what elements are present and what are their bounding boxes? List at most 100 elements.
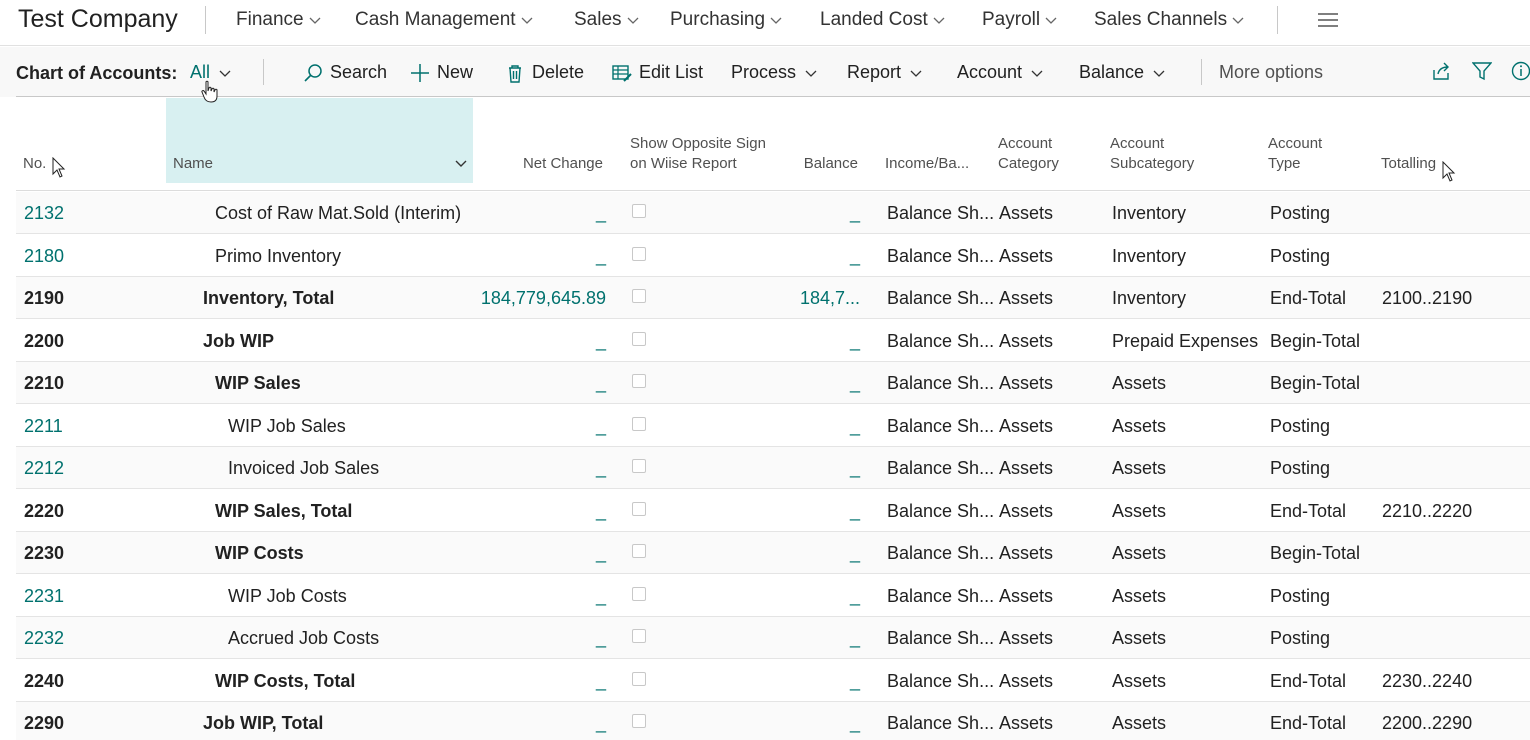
account-no[interactable]: 2211 [24,416,63,436]
edit-list-button[interactable]: Edit List [612,62,703,83]
account-no[interactable]: 2231 [24,586,64,606]
col-header-income-balance[interactable]: Income/Ba... [885,154,969,174]
account-name[interactable]: Invoiced Job Sales [228,458,379,478]
col-header-net-change[interactable]: Net Change [496,154,603,174]
nav-sales-channels[interactable]: Sales Channels [1094,9,1245,31]
col-header-name[interactable]: Name [173,154,213,174]
share-icon[interactable] [1431,61,1451,81]
opposite-sign-checkbox[interactable] [632,586,646,601]
balance-value[interactable]: 184,7... [756,288,860,308]
account-name[interactable]: Job WIP [203,331,274,351]
net-change-value[interactable]: _ [446,543,606,563]
table-row[interactable]: 2200 Job WIP _ _ Balance Sh... Assets Prepaid … [16,320,1530,362]
col-header-category-line2[interactable]: Category [998,154,1059,174]
table-row[interactable]: 2220 WIP Sales, Total _ _ Balance Sh... Asset… [16,490,1530,532]
opposite-sign-checkbox[interactable] [632,416,646,431]
account-no[interactable]: 2290 [24,713,64,733]
net-change-value[interactable]: _ [446,586,606,606]
col-header-subcategory-line1[interactable]: Account [1110,134,1164,154]
account-name[interactable]: Primo Inventory [215,246,341,266]
opposite-sign-checkbox[interactable] [632,629,646,643]
col-header-opp-sign-line1[interactable]: Show Opposite Sign [630,134,766,154]
nav-landed-cost[interactable]: Landed Cost [820,9,946,31]
col-header-type-line1[interactable]: Account [1268,134,1322,154]
balance-value[interactable]: _ [756,203,860,223]
account-no[interactable]: 2190 [24,288,64,308]
table-row[interactable]: 2240 WIP Costs, Total _ _ Balance Sh... Asset… [16,660,1530,702]
balance-value[interactable]: _ [756,586,860,606]
table-row[interactable]: 2132 Cost of Raw Mat.Sold (Interim) _ _ Bala… [16,192,1530,234]
net-change-value[interactable]: _ [446,246,606,266]
balance-value[interactable]: _ [756,246,860,266]
nav-sales[interactable]: Sales [574,9,640,31]
table-row[interactable]: 2231 WIP Job Costs _ _ Balance Sh... Assets As… [16,575,1530,617]
nav-purchasing[interactable]: Purchasing [670,9,783,31]
table-row[interactable]: 2211 WIP Job Sales _ _ Balance Sh... Assets As… [16,405,1530,447]
net-change-value[interactable]: 184,779,645.89 [446,288,606,308]
account-no[interactable]: 2132 [24,203,64,223]
account-name[interactable]: WIP Costs, Total [215,671,355,691]
opposite-sign-checkbox[interactable] [632,459,646,473]
nav-cash-management[interactable]: Cash Management [355,9,534,31]
net-change-value[interactable]: _ [446,458,606,478]
table-row[interactable]: 2232 Accrued Job Costs _ _ Balance Sh... Asse… [16,617,1530,659]
col-header-type-line2[interactable]: Type [1268,154,1301,174]
nav-payroll[interactable]: Payroll [982,9,1058,31]
net-change-value[interactable]: _ [446,713,606,733]
net-change-value[interactable]: _ [446,671,606,691]
col-header-opp-sign-line2[interactable]: on Wiise Report [630,154,737,174]
opposite-sign-checkbox[interactable] [632,331,646,346]
opposite-sign-checkbox[interactable] [632,544,646,558]
balance-menu[interactable]: Balance [1079,62,1166,83]
col-header-subcategory-line2[interactable]: Subcategory [1110,154,1194,174]
balance-value[interactable]: _ [756,543,860,563]
account-no[interactable]: 2180 [24,246,64,266]
opposite-sign-checkbox[interactable] [632,671,646,686]
net-change-value[interactable]: _ [446,373,606,393]
report-menu[interactable]: Report [847,62,923,83]
account-no[interactable]: 2212 [24,458,64,478]
col-header-totalling[interactable]: Totalling [1381,154,1436,174]
net-change-value[interactable]: _ [446,331,606,351]
account-no[interactable]: 2232 [24,628,64,648]
opposite-sign-checkbox[interactable] [632,374,646,388]
more-options-button[interactable]: More options [1219,62,1323,83]
account-name[interactable]: WIP Job Costs [228,586,347,606]
account-no[interactable]: 2220 [24,501,64,521]
account-name[interactable]: Job WIP, Total [203,713,323,733]
col-header-balance[interactable]: Balance [786,154,858,174]
account-no[interactable]: 2240 [24,671,64,691]
info-icon[interactable] [1511,61,1530,81]
col-header-no[interactable]: No. [23,154,46,174]
net-change-value[interactable]: _ [446,416,606,436]
balance-value[interactable]: _ [756,331,860,351]
table-row[interactable]: 2290 Job WIP, Total _ _ Balance Sh... Assets A… [16,702,1530,740]
table-row[interactable]: 2210 WIP Sales _ _ Balance Sh... Assets Assets… [16,362,1530,404]
new-button[interactable]: New [410,62,473,83]
account-name[interactable]: WIP Costs [215,543,304,563]
balance-value[interactable]: _ [756,671,860,691]
account-name[interactable]: WIP Sales, Total [215,501,352,521]
search-button[interactable]: Search [303,62,387,83]
opposite-sign-checkbox[interactable] [632,501,646,516]
balance-value[interactable]: _ [756,416,860,436]
account-name[interactable]: Cost of Raw Mat.Sold (Interim) [215,203,461,223]
account-name[interactable]: Inventory, Total [203,288,334,308]
nav-finance[interactable]: Finance [236,9,322,31]
filter-icon[interactable] [1472,61,1492,81]
opposite-sign-checkbox[interactable] [632,714,646,728]
balance-value[interactable]: _ [756,501,860,521]
delete-button[interactable]: Delete [505,62,584,83]
balance-value[interactable]: _ [756,373,860,393]
hamburger-icon[interactable] [1318,13,1338,27]
opposite-sign-checkbox[interactable] [632,204,646,218]
account-no[interactable]: 2200 [24,331,64,351]
net-change-value[interactable]: _ [446,203,606,223]
net-change-value[interactable]: _ [446,628,606,648]
opposite-sign-checkbox[interactable] [632,289,646,303]
account-name[interactable]: WIP Sales [215,373,301,393]
account-no[interactable]: 2230 [24,543,64,563]
table-row[interactable]: 2180 Primo Inventory _ _ Balance Sh... Assets… [16,235,1530,277]
process-menu[interactable]: Process [731,62,818,83]
table-row[interactable]: 2190 Inventory, Total 184,779,645.89 184,7.… [16,277,1530,319]
